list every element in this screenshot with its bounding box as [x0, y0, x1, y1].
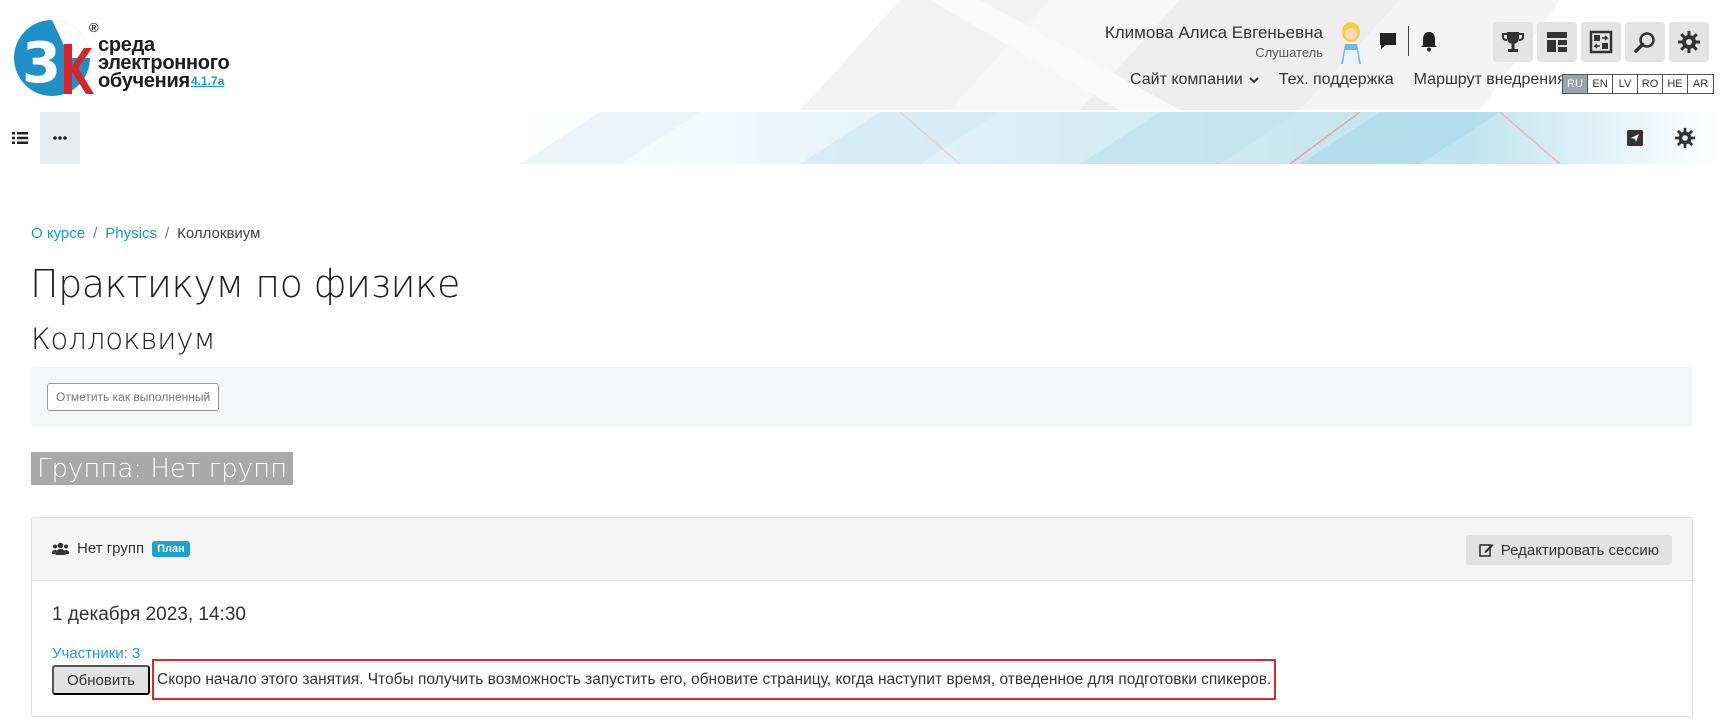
lang-ru[interactable]: RU: [1563, 75, 1588, 93]
trophy-icon: [1502, 32, 1524, 52]
header-background: [800, 0, 1560, 110]
chat-icon[interactable]: [1375, 28, 1401, 54]
top-nav: Сайт компании Тех. поддержка Маршрут вне…: [1130, 71, 1566, 89]
mark-as-done-button[interactable]: Отметить как выполненный: [47, 383, 220, 411]
ellipsis-icon: [53, 136, 67, 140]
send-message-button[interactable]: [1623, 126, 1647, 150]
company-site-dropdown[interactable]: Сайт компании: [1130, 71, 1259, 89]
user-menu[interactable]: Климова Алиса Евгеньевна Слушатель: [1105, 22, 1323, 62]
switch-layout-button[interactable]: [1581, 22, 1621, 62]
toolbar-background: [0, 112, 1720, 164]
page-title: Практикум по физике: [30, 262, 460, 306]
lang-ro[interactable]: RO: [1638, 75, 1663, 93]
avatar[interactable]: [1333, 20, 1369, 64]
search-icon: [1634, 32, 1655, 53]
users-icon: [52, 542, 69, 555]
dashboard-button[interactable]: [1537, 22, 1577, 62]
breadcrumb-physics[interactable]: Physics: [105, 225, 157, 242]
language-switcher: RU EN LV RO HE AR: [1562, 74, 1714, 94]
list-icon: [12, 132, 28, 144]
route-link[interactable]: Маршрут внедрения: [1414, 71, 1566, 89]
edit-session-button[interactable]: Редактировать сессию: [1465, 535, 1672, 565]
site-header: 3 ® среда электронного обучения 4.1.7a К…: [0, 0, 1720, 110]
chevron-down-icon: [1248, 77, 1259, 84]
breadcrumb-about-course[interactable]: О курсе: [31, 225, 85, 242]
switch-layout-icon: [1589, 30, 1613, 54]
session-date: 1 декабря 2023, 14:30: [52, 604, 246, 625]
settings-button[interactable]: [1669, 22, 1709, 62]
svg-text:3: 3: [22, 31, 61, 96]
bell-icon[interactable]: [1416, 28, 1442, 54]
group-heading: Группа: Нет групп: [31, 452, 294, 485]
edit-session-label: Редактировать сессию: [1500, 541, 1659, 559]
lang-ar[interactable]: AR: [1688, 75, 1713, 93]
paper-plane-icon: [1627, 130, 1643, 146]
session-header: Нет групп План Редактировать сессию: [32, 518, 1692, 581]
company-site-label: Сайт компании: [1130, 71, 1243, 88]
breadcrumb-separator: /: [93, 225, 98, 242]
session-group: Нет групп План: [52, 540, 190, 557]
activity-title: Коллоквиум: [31, 322, 216, 356]
session-notice: Скоро начало этого занятия. Чтобы получи…: [152, 659, 1277, 700]
lang-en[interactable]: EN: [1588, 75, 1613, 93]
participants-link[interactable]: Участники: 3: [52, 645, 140, 662]
user-name: Климова Алиса Евгеньевна: [1104, 23, 1323, 42]
session-card: Нет групп План Редактировать сессию 1 де…: [31, 517, 1693, 717]
lang-lv[interactable]: LV: [1613, 75, 1638, 93]
breadcrumb-separator: /: [164, 225, 170, 242]
secondary-toolbar: [0, 112, 1720, 164]
completion-panel: Отметить как выполненный: [31, 367, 1693, 427]
lang-he[interactable]: HE: [1663, 75, 1688, 93]
page-settings-button[interactable]: [1673, 126, 1697, 150]
user-role: Слушатель: [1255, 45, 1323, 60]
search-button[interactable]: [1625, 22, 1665, 62]
course-index-button[interactable]: [0, 112, 40, 164]
dashboard-icon: [1547, 32, 1567, 52]
registered-mark: ®: [89, 20, 99, 35]
support-link[interactable]: Тех. поддержка: [1279, 71, 1394, 89]
site-logo[interactable]: 3 ® среда электронного обучения 4.1.7a: [12, 14, 242, 106]
header-separator: [1408, 26, 1409, 56]
cog-icon: [1674, 127, 1696, 149]
gear-icon: [1678, 31, 1700, 53]
trophy-button[interactable]: [1493, 22, 1533, 62]
more-menu-button[interactable]: [40, 112, 80, 164]
status-badge: План: [152, 540, 190, 557]
3k-logo-icon: 3: [14, 20, 94, 96]
breadcrumb: О курсе / Physics / Коллоквиум: [31, 225, 260, 242]
group-label: Нет групп: [77, 540, 145, 557]
breadcrumb-current: Коллоквиум: [177, 225, 261, 242]
edit-icon: [1478, 544, 1494, 557]
version-link[interactable]: 4.1.7a: [191, 74, 224, 88]
refresh-button[interactable]: Обновить: [52, 665, 150, 695]
